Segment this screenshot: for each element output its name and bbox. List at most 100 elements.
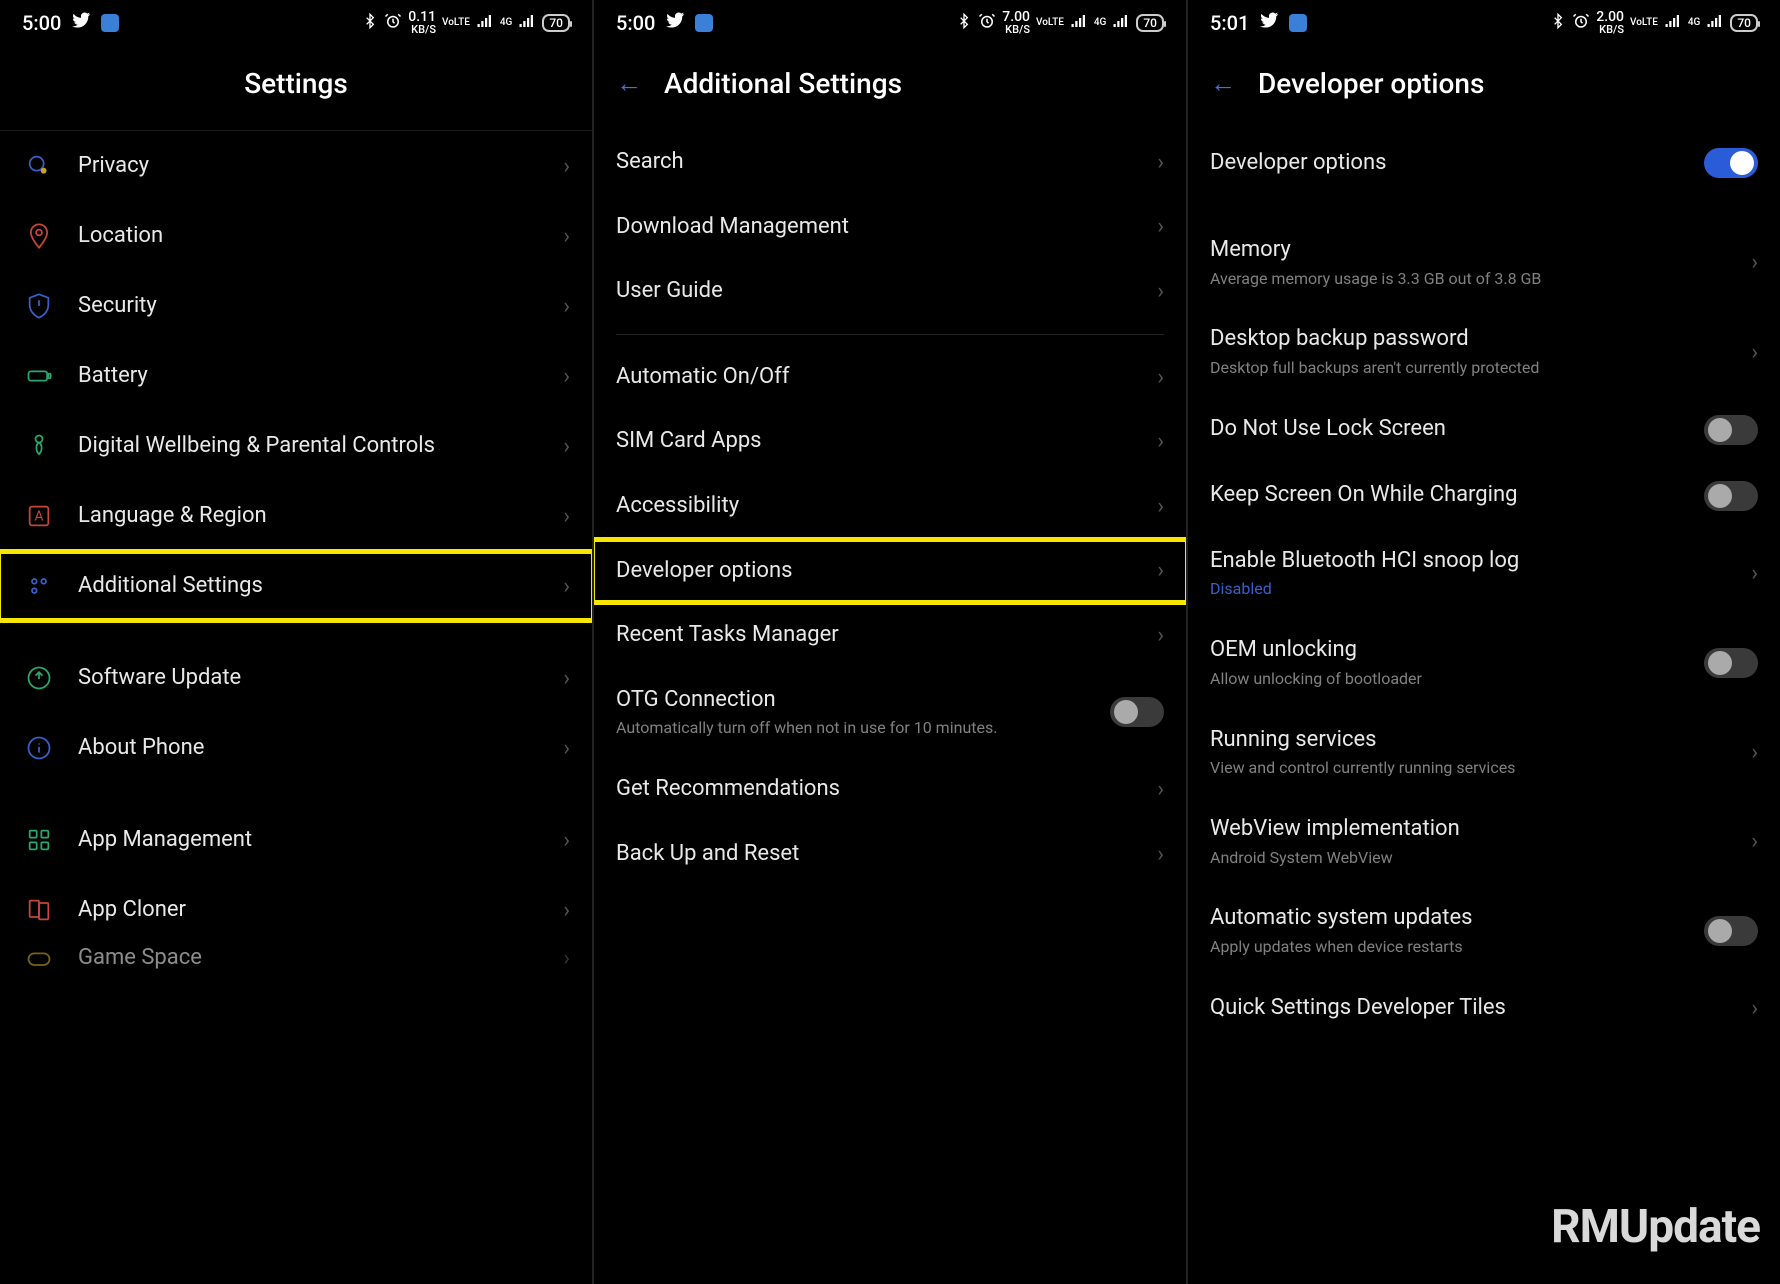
list-item-label: Security (78, 292, 541, 321)
list-item[interactable]: Developer options (1188, 130, 1780, 196)
list-item[interactable]: Back Up and Reset › (594, 822, 1186, 887)
list-item[interactable]: Security › (0, 271, 592, 341)
chevron-right-icon: › (1157, 777, 1164, 802)
chevron-right-icon: › (1751, 561, 1758, 586)
status-bar: 5:00 0.11KB/S VoLTE 4G 70 (0, 0, 592, 43)
twitter-icon (71, 10, 91, 35)
list-item[interactable]: Additional Settings › (0, 551, 592, 621)
toggle-switch[interactable] (1704, 648, 1758, 678)
update-icon (22, 661, 56, 695)
list-item-label: Game Space (78, 945, 541, 972)
list-item[interactable]: Enable Bluetooth HCI snoop log Disabled … (1188, 529, 1780, 618)
list-item[interactable]: Search › (594, 130, 1186, 195)
list-item[interactable]: OTG Connection Automatically turn off wh… (594, 668, 1186, 757)
list-item-label: Quick Settings Developer Tiles (1210, 994, 1729, 1023)
chevron-right-icon: › (1157, 494, 1164, 519)
chevron-right-icon: › (563, 504, 570, 529)
list-item[interactable]: Download Management › (594, 195, 1186, 260)
settings-list[interactable]: Search › Download Management › User Guid… (594, 130, 1186, 1284)
volte-icon: VoLTE (1630, 18, 1658, 28)
app-icon (1289, 14, 1307, 32)
list-item[interactable]: Running services View and control curren… (1188, 708, 1780, 797)
list-item[interactable]: About Phone › (0, 713, 592, 783)
twitter-icon (665, 10, 685, 35)
list-item-label: Do Not Use Lock Screen (1210, 415, 1682, 444)
list-item[interactable]: OEM unlocking Allow unlocking of bootloa… (1188, 618, 1780, 707)
about-icon (22, 731, 56, 765)
chevron-right-icon: › (1157, 214, 1164, 239)
list-item[interactable]: Digital Wellbeing & Parental Controls › (0, 411, 592, 481)
back-arrow-icon[interactable]: ← (1210, 68, 1236, 99)
list-item[interactable]: Quick Settings Developer Tiles › (1188, 976, 1780, 1041)
bluetooth-icon (956, 13, 972, 33)
chevron-right-icon: › (1751, 829, 1758, 854)
list-item-label: Back Up and Reset (616, 840, 1135, 869)
status-time: 5:00 (616, 11, 655, 35)
chevron-right-icon: › (1157, 558, 1164, 583)
list-item-label: Running services (1210, 726, 1729, 755)
list-item[interactable]: Recent Tasks Manager › (594, 603, 1186, 668)
list-item-label: Location (78, 222, 541, 251)
list-item[interactable]: Location › (0, 201, 592, 271)
bluetooth-icon (1550, 13, 1566, 33)
list-item-subtitle: Android System WebView (1210, 848, 1729, 869)
list-item[interactable]: Do Not Use Lock Screen (1188, 397, 1780, 463)
chevron-right-icon: › (563, 946, 570, 971)
list-item-label: Recent Tasks Manager (616, 621, 1135, 650)
list-item[interactable]: WebView implementation Android System We… (1188, 797, 1780, 886)
alarm-icon (1572, 12, 1590, 34)
list-item-label: Additional Settings (78, 572, 541, 601)
list-item[interactable]: Desktop backup password Desktop full bac… (1188, 307, 1780, 396)
chevron-right-icon: › (1751, 996, 1758, 1021)
chevron-right-icon: › (563, 736, 570, 761)
list-item[interactable]: Memory Average memory usage is 3.3 GB ou… (1188, 218, 1780, 307)
signal-icon-2 (1112, 12, 1130, 34)
toggle-switch[interactable] (1704, 481, 1758, 511)
battery-icon: 70 (1136, 14, 1164, 32)
chevron-right-icon: › (1157, 279, 1164, 304)
settings-list[interactable]: Developer options Memory Average memory … (1188, 130, 1780, 1284)
list-item[interactable]: Developer options › (594, 539, 1186, 604)
battery-icon (22, 359, 56, 393)
toggle-switch[interactable] (1704, 148, 1758, 178)
list-item[interactable]: User Guide › (594, 259, 1186, 324)
list-item[interactable]: SIM Card Apps › (594, 409, 1186, 474)
chevron-right-icon: › (1157, 365, 1164, 390)
chevron-right-icon: › (1157, 842, 1164, 867)
toggle-switch[interactable] (1110, 697, 1164, 727)
list-item[interactable]: Keep Screen On While Charging (1188, 463, 1780, 529)
list-item[interactable]: A Language & Region › (0, 481, 592, 551)
page-title: Settings (244, 67, 348, 100)
toggle-switch[interactable] (1704, 415, 1758, 445)
status-time: 5:01 (1210, 11, 1249, 35)
list-item-label: Battery (78, 362, 541, 391)
list-item[interactable]: Game Space › (0, 945, 592, 979)
cloner-icon (22, 893, 56, 927)
chevron-right-icon: › (1751, 250, 1758, 275)
page-title: Additional Settings (664, 67, 902, 100)
list-item-label: User Guide (616, 277, 1135, 306)
list-item[interactable]: Automatic On/Off › (594, 345, 1186, 410)
list-item[interactable]: App Management › (0, 805, 592, 875)
list-item[interactable]: Software Update › (0, 643, 592, 713)
list-item[interactable]: Automatic system updates Apply updates w… (1188, 886, 1780, 975)
toggle-switch[interactable] (1704, 916, 1758, 946)
list-item[interactable]: Battery › (0, 341, 592, 411)
list-item[interactable]: Accessibility › (594, 474, 1186, 539)
list-item[interactable]: Get Recommendations › (594, 757, 1186, 822)
list-item-label: SIM Card Apps (616, 427, 1135, 456)
settings-list[interactable]: Privacy › Location › Security › Battery … (0, 131, 592, 1284)
list-item[interactable]: App Cloner › (0, 875, 592, 945)
battery-icon: 70 (1730, 14, 1758, 32)
volte-icon: VoLTE (1036, 18, 1064, 28)
back-arrow-icon[interactable]: ← (616, 68, 642, 99)
wellbeing-icon (22, 429, 56, 463)
language-icon: A (22, 499, 56, 533)
chevron-right-icon: › (563, 364, 570, 389)
list-item[interactable]: Privacy › (0, 131, 592, 201)
list-item-label: Developer options (1210, 149, 1682, 178)
chevron-right-icon: › (1157, 623, 1164, 648)
list-item-label: Software Update (78, 664, 541, 693)
list-item-label: App Management (78, 826, 541, 855)
page-header: Settings (0, 43, 592, 130)
